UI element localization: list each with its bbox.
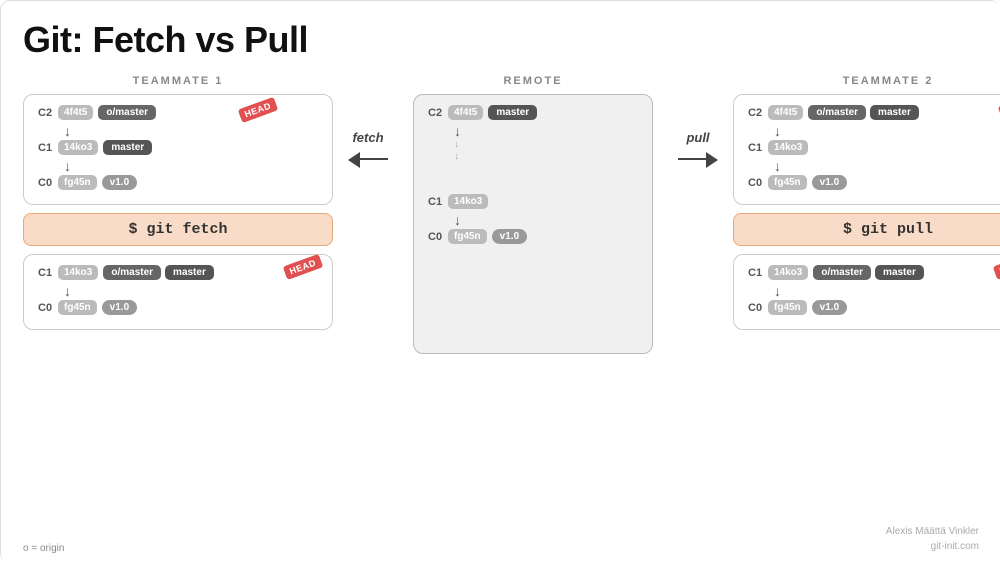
master-branch-t1: master <box>103 140 152 155</box>
c1-hash-t2: 14ko3 <box>768 140 808 155</box>
page-title: Git: Fetch vs Pull <box>23 19 979 61</box>
c0-hash-t2-bot: fg45n <box>768 300 807 315</box>
c0-row-t1-top: C0 fg45n v1.0 <box>38 175 318 190</box>
arrow-c2-c1-t2: ↓ <box>748 124 1000 138</box>
teammate2-top-box: HEAD C2 4f4t5 o/master master ↓ C1 14ko3 <box>733 94 1000 205</box>
arrow-c1-c0-r: ↓ <box>428 213 638 227</box>
omaster-branch-t2: o/master <box>808 105 866 120</box>
c1-row-remote: C1 14ko3 <box>428 194 638 209</box>
master-branch-t2-bot: master <box>875 265 924 280</box>
v10-tag-t2-bot: v1.0 <box>812 300 847 315</box>
c0-row-t2-bot: C0 fg45n v1.0 <box>748 300 1000 315</box>
c1-row-t1-bot: C1 14ko3 o/master master <box>38 265 318 280</box>
omaster-branch-t2-bot: o/master <box>813 265 871 280</box>
c1-row-t2-top: C1 14ko3 <box>748 140 1000 155</box>
omaster-branch-t1: o/master <box>98 105 156 120</box>
v10-tag-t2: v1.0 <box>812 175 847 190</box>
omaster-branch-t1-bot: o/master <box>103 265 161 280</box>
footer: Alexis Määttä Vinkler git-init.com <box>886 524 979 554</box>
master-branch-r: master <box>488 105 537 120</box>
c1-row-t2-bot: C1 14ko3 o/master master <box>748 265 1000 280</box>
main-layout: TEAMMATE 1 HEAD C2 4f4t5 o/master ↓ C1 1… <box>23 75 979 354</box>
c1-label-bot: C1 <box>38 267 58 279</box>
c2-hash-t1: 4f4t5 <box>58 105 93 120</box>
remote-spacer <box>428 164 638 194</box>
c2-label-r: C2 <box>428 107 448 119</box>
c2-hash-r: 4f4t5 <box>448 105 483 120</box>
c0-row-t1-bot: C0 fg45n v1.0 <box>38 300 318 315</box>
c2-hash-t2: 4f4t5 <box>768 105 803 120</box>
master-branch-t1-bot: master <box>165 265 214 280</box>
c1-row-t1-top: C1 14ko3 master <box>38 140 318 155</box>
c2-row-t2-top: C2 4f4t5 o/master master <box>748 105 1000 120</box>
c1-label: C1 <box>38 142 58 154</box>
c1-hash-t2-bot: 14ko3 <box>768 265 808 280</box>
c1-label-r: C1 <box>428 196 448 208</box>
c2-row-t1-top: C2 4f4t5 o/master <box>38 105 318 120</box>
master-branch-t2: master <box>870 105 919 120</box>
teammate1-label: TEAMMATE 1 <box>23 75 333 87</box>
remote-section: REMOTE C2 4f4t5 master ↓ ↓ ↓ <box>413 75 653 354</box>
c0-label-t2: C0 <box>748 177 768 189</box>
c2-label-t2: C2 <box>748 107 768 119</box>
fetch-label: fetch <box>352 130 383 145</box>
v10-tag-t1: v1.0 <box>102 175 137 190</box>
c0-hash-t2: fg45n <box>768 175 807 190</box>
c0-row-remote: C0 fg45n v1.0 <box>428 229 638 244</box>
c1-label-t2: C1 <box>748 142 768 154</box>
teammate1-bottom-box: HEAD C1 14ko3 o/master master ↓ C0 fg45n… <box>23 254 333 330</box>
c0-label-t2-bot: C0 <box>748 302 768 314</box>
git-pull-cmd: $ git pull <box>733 213 1000 246</box>
c2-row-remote: C2 4f4t5 master <box>428 105 638 120</box>
c1-label-t2-bot: C1 <box>748 267 768 279</box>
arrow-spacer2-r: ↓ <box>428 152 638 162</box>
arrow-c1-c0-t1-bot: ↓ <box>38 284 318 298</box>
arrow-c1-c0-t2-bot: ↓ <box>748 284 1000 298</box>
c0-label-r: C0 <box>428 231 448 243</box>
teammate2-bottom-box: HEAD C1 14ko3 o/master master ↓ C0 fg45n… <box>733 254 1000 330</box>
arrow-c1-c0-t2: ↓ <box>748 159 1000 173</box>
pull-arrow-icon <box>678 150 718 168</box>
fetch-connector: fetch <box>333 75 403 168</box>
c1-hash-t1-bot: 14ko3 <box>58 265 98 280</box>
git-fetch-cmd: $ git fetch <box>23 213 333 246</box>
c0-hash-t1-bot: fg45n <box>58 300 97 315</box>
pull-label: pull <box>686 130 709 145</box>
teammate1-section: TEAMMATE 1 HEAD C2 4f4t5 o/master ↓ C1 1… <box>23 75 333 330</box>
c1-hash-t1: 14ko3 <box>58 140 98 155</box>
note: o = origin <box>23 543 64 554</box>
page: Git: Fetch vs Pull TEAMMATE 1 HEAD C2 4f… <box>1 1 1000 564</box>
teammate1-top-box: HEAD C2 4f4t5 o/master ↓ C1 14ko3 master <box>23 94 333 205</box>
arrow-c1-c0-t1: ↓ <box>38 159 318 173</box>
c0-label: C0 <box>38 177 58 189</box>
remote-label: REMOTE <box>413 75 653 87</box>
c0-row-t2-top: C0 fg45n v1.0 <box>748 175 1000 190</box>
c0-label-bot: C0 <box>38 302 58 314</box>
c0-hash-t1: fg45n <box>58 175 97 190</box>
teammate2-section: TEAMMATE 2 HEAD C2 4f4t5 o/master master… <box>733 75 1000 330</box>
v10-tag-t1-bot: v1.0 <box>102 300 137 315</box>
c2-label: C2 <box>38 107 58 119</box>
remote-box: C2 4f4t5 master ↓ ↓ ↓ C1 14ko3 <box>413 94 653 354</box>
footer-site: git-init.com <box>886 539 979 554</box>
v10-tag-r: v1.0 <box>492 229 527 244</box>
teammate2-label: TEAMMATE 2 <box>733 75 1000 87</box>
fetch-arrow-icon <box>348 150 388 168</box>
pull-connector: pull <box>663 75 733 168</box>
arrow-c2-c1-r: ↓ <box>428 124 638 138</box>
arrow-c2-c1-t1: ↓ <box>38 124 318 138</box>
c0-hash-r: fg45n <box>448 229 487 244</box>
footer-author: Alexis Määttä Vinkler <box>886 524 979 539</box>
arrow-spacer-r: ↓ <box>428 140 638 150</box>
c1-hash-r: 14ko3 <box>448 194 488 209</box>
